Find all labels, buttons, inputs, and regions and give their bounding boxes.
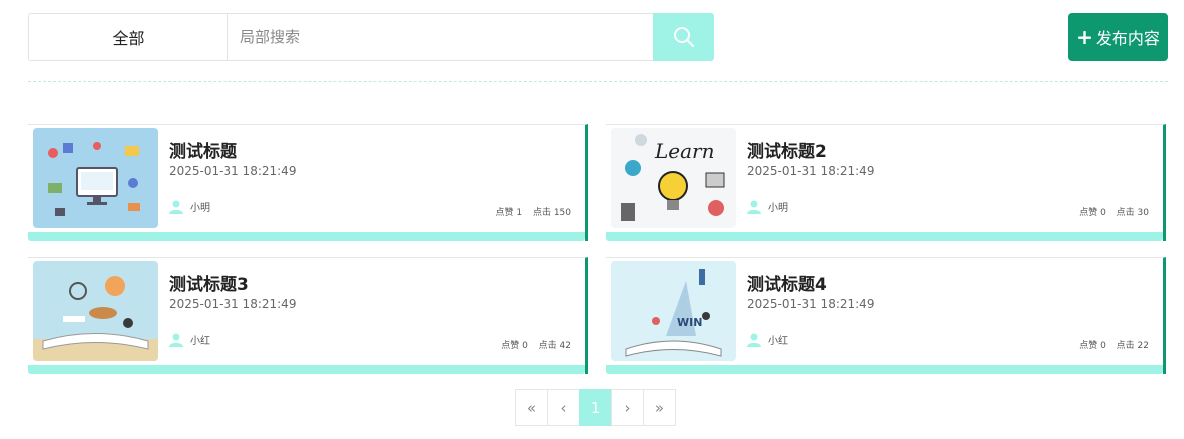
user-icon [747, 200, 761, 214]
post-title[interactable]: 测试标题2 [747, 137, 827, 162]
first-page-button[interactable]: « [515, 389, 548, 426]
post-thumbnail[interactable]: WIN [611, 261, 736, 361]
click-count: 点击 42 [538, 341, 571, 351]
post-author: 小明 [747, 199, 788, 214]
post-card[interactable]: WIN 测试标题4 2025-01-31 18:21:49 小红 点赞 0 点击… [606, 257, 1166, 374]
user-icon [747, 333, 761, 347]
like-count: 点赞 1 [495, 208, 523, 218]
card-bottom-bar [606, 365, 1163, 374]
search-icon [673, 27, 694, 47]
user-icon [169, 333, 183, 347]
user-icon [169, 200, 183, 214]
next-page-button[interactable]: › [611, 389, 644, 426]
post-card[interactable]: 测试标题 2025-01-31 18:21:49 小明 点赞 1 点击 150 [28, 124, 588, 241]
plus-icon: + [1076, 25, 1093, 49]
post-date: 2025-01-31 18:21:49 [747, 164, 875, 178]
post-card[interactable]: Learn 测试标题2 2025-01-31 18:21:49 小明 点赞 0 … [606, 124, 1166, 241]
search-button[interactable] [653, 13, 714, 61]
post-thumbnail[interactable] [33, 261, 158, 361]
post-author: 小红 [747, 332, 788, 347]
category-select[interactable]: 全部 [28, 13, 228, 61]
click-count: 点击 150 [532, 208, 571, 218]
post-date: 2025-01-31 18:21:49 [747, 297, 875, 311]
svg-text:WIN: WIN [677, 316, 702, 329]
author-name: 小明 [768, 203, 788, 214]
post-card[interactable]: 测试标题3 2025-01-31 18:21:49 小红 点赞 0 点击 42 [28, 257, 588, 374]
post-stats: 点赞 0 点击 22 [1071, 338, 1149, 351]
like-count: 点赞 0 [1079, 208, 1106, 218]
like-count: 点赞 0 [1079, 341, 1106, 351]
card-bottom-bar [606, 232, 1163, 241]
post-thumbnail[interactable]: Learn [611, 128, 736, 228]
svg-text:Learn: Learn [654, 139, 714, 163]
post-author: 小红 [169, 332, 210, 347]
post-thumbnail[interactable] [33, 128, 158, 228]
post-title[interactable]: 测试标题4 [747, 270, 827, 295]
post-date: 2025-01-31 18:21:49 [169, 297, 297, 311]
author-name: 小红 [768, 336, 788, 347]
click-count: 点击 30 [1116, 208, 1149, 218]
post-date: 2025-01-31 18:21:49 [169, 164, 297, 178]
prev-page-button[interactable]: ‹ [547, 389, 580, 426]
post-stats: 点赞 0 点击 30 [1071, 205, 1149, 218]
post-title[interactable]: 测试标题 [169, 137, 237, 162]
filter-bar: 全部 + 发布内容 [28, 13, 1168, 61]
author-name: 小红 [190, 336, 210, 347]
page-1-button[interactable]: 1 [579, 389, 612, 426]
post-stats: 点赞 1 点击 150 [487, 205, 571, 218]
publish-button[interactable]: + 发布内容 [1068, 13, 1168, 61]
card-bottom-bar [28, 365, 585, 374]
post-stats: 点赞 0 点击 42 [493, 338, 571, 351]
like-count: 点赞 0 [501, 341, 528, 351]
card-bottom-bar [28, 232, 585, 241]
post-author: 小明 [169, 199, 210, 214]
last-page-button[interactable]: » [643, 389, 676, 426]
pagination: « ‹ 1 › » [515, 389, 676, 426]
post-title[interactable]: 测试标题3 [169, 270, 249, 295]
author-name: 小明 [190, 203, 210, 214]
divider [28, 81, 1168, 82]
search-input[interactable] [227, 13, 666, 61]
click-count: 点击 22 [1116, 341, 1149, 351]
publish-label: 发布内容 [1095, 29, 1160, 48]
